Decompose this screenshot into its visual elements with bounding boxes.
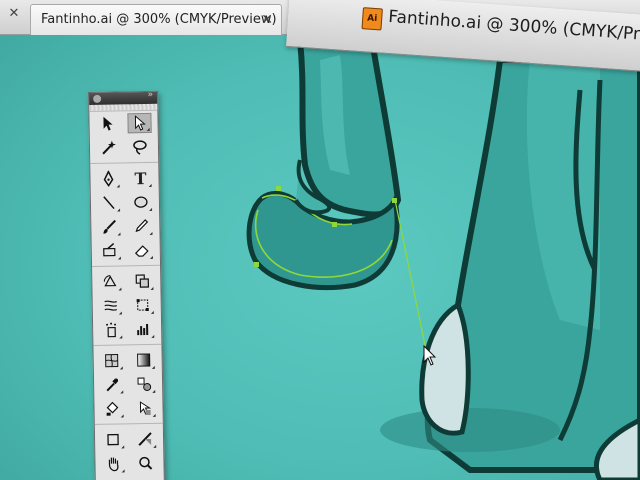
pen-tool-icon[interactable]: [96, 168, 120, 188]
type-tool-icon[interactable]: T: [128, 168, 152, 188]
line-segment-tool-icon[interactable]: [97, 192, 121, 212]
zoom-tool-icon[interactable]: [133, 453, 157, 473]
warp-tool-icon[interactable]: [99, 295, 123, 315]
paintbrush-tool-icon[interactable]: [97, 216, 121, 236]
free-transform-tool-icon[interactable]: [131, 295, 155, 315]
direction-handle[interactable]: [394, 199, 427, 351]
selection-tool-icon[interactable]: [95, 113, 119, 133]
eraser-tool-icon[interactable]: [130, 240, 154, 260]
magic-wand-tool-icon[interactable]: [96, 137, 120, 157]
anchor-point[interactable]: [254, 262, 259, 267]
hand-tool-icon[interactable]: [101, 453, 125, 473]
ellipse-tool-icon[interactable]: [129, 192, 153, 212]
pencil-tool-icon[interactable]: [129, 216, 153, 236]
mesh-tool-icon[interactable]: [100, 350, 124, 370]
tools-panel: » T: [88, 90, 166, 480]
artboard-tool-icon[interactable]: [101, 429, 125, 449]
document-tab[interactable]: Fantinho.ai @ 300% (CMYK/Preview) ✕: [30, 4, 282, 35]
upper-shape[interactable]: [296, 37, 402, 218]
gradient-tool-icon[interactable]: [132, 350, 156, 370]
tools-panel-header[interactable]: »: [89, 90, 158, 105]
live-paint-selection-tool-icon[interactable]: [132, 398, 156, 418]
panel-close-icon[interactable]: [93, 94, 102, 103]
direct-selection-tool-icon[interactable]: [127, 112, 152, 134]
live-paint-bucket-tool-icon[interactable]: [100, 398, 124, 418]
rotate-tool-icon[interactable]: [98, 271, 122, 291]
blob-brush-tool-icon[interactable]: [98, 240, 122, 260]
illustrator-app-icon: Ai: [361, 7, 383, 31]
document-tab-label: Fantinho.ai @ 300% (CMYK/Preview): [41, 12, 277, 27]
close-icon[interactable]: ✕: [6, 6, 22, 22]
tab-close-icon[interactable]: ✕: [261, 12, 273, 28]
window-title: Fantinho.ai @ 300% (CMYK/Preview: [387, 6, 640, 48]
illustrator-screen: ✕ Fantinho.ai @ 300% (CMYK/Preview) ✕ Ai…: [0, 0, 640, 480]
panel-expand-icon[interactable]: »: [147, 90, 153, 100]
cast-shadow: [380, 408, 560, 452]
lasso-tool-icon[interactable]: [128, 137, 152, 157]
toenail-shape[interactable]: [419, 301, 471, 436]
eyedropper-tool-icon[interactable]: [100, 374, 124, 394]
anchor-point[interactable]: [332, 222, 337, 227]
scale-tool-icon[interactable]: [130, 271, 154, 291]
column-graph-tool-icon[interactable]: [131, 319, 155, 339]
symbol-sprayer-tool-icon[interactable]: [99, 319, 123, 339]
anchor-point[interactable]: [276, 186, 281, 191]
slice-tool-icon[interactable]: [133, 429, 157, 449]
blend-tool-icon[interactable]: [132, 374, 156, 394]
